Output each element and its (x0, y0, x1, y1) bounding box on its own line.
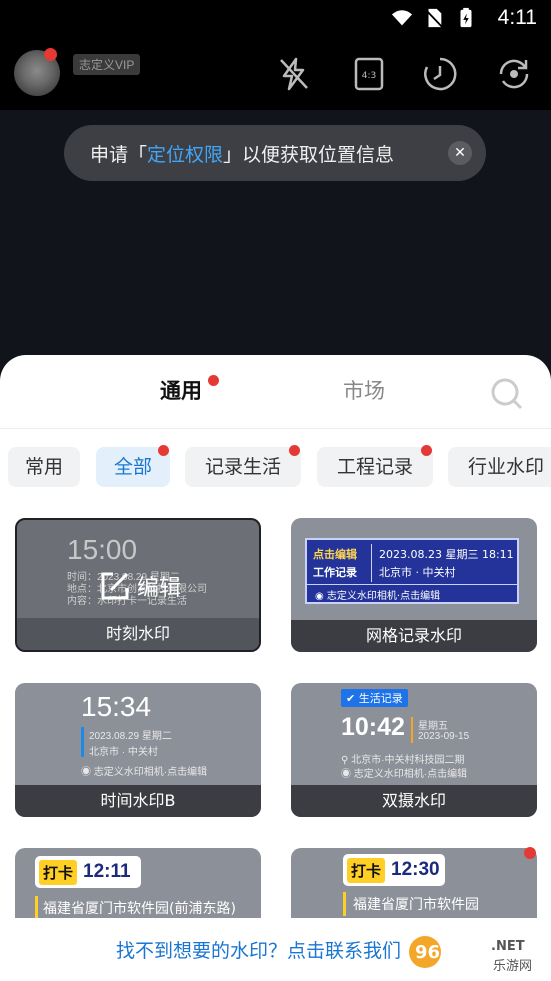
site-logo: 962 .NET 乐游网 (409, 936, 532, 974)
watermark-card-time-b[interactable]: 15:34 2023.08.29 星期二 北京市 · 中关村 ◉ 志定义水印相机… (15, 683, 261, 817)
flash-off-icon[interactable] (276, 56, 312, 92)
card-label: 网格记录水印 (291, 620, 537, 652)
watermark-card-dual[interactable]: ✔ 生活记录 10:42 星期五 2023-09-15 ⚲ 北京市·中关村科技园… (291, 683, 537, 817)
card-footer: ◉ 志定义水印相机·点击编辑 (81, 767, 208, 778)
chip-industry-watermark[interactable]: 行业水印 (448, 447, 551, 487)
wifi-icon (391, 10, 413, 26)
card-accent-bar (81, 727, 84, 757)
logo-sub: 乐游网 (493, 959, 532, 974)
contact-link[interactable]: 找不到想要的水印？点击联系我们 (116, 936, 401, 963)
card-new-dot (524, 847, 536, 859)
location-permission-banner[interactable]: 申请「 定位权限 」以便获取位置信息 ✕ (64, 125, 486, 181)
card-footer-text: 志定义水印相机·点击编辑 (353, 769, 468, 780)
aspect-ratio-label: 4:3 (362, 71, 376, 81)
battery-icon (460, 7, 472, 28)
grid-datetime: 2023.08.23 星期三 18:11 (379, 548, 514, 561)
status-icons (391, 7, 477, 29)
chip-life-dot (289, 445, 300, 456)
watermark-card-checkin-1[interactable]: 打卡 12:11 福建省厦门市软件园(前浦东路) (15, 848, 261, 920)
checkin-badge: 打卡 12:11 (35, 856, 141, 888)
edit-icon (101, 572, 129, 600)
location-permission-link[interactable]: 定位权限 (147, 140, 223, 167)
tab-general-dot (208, 375, 219, 386)
chip-engineering-record[interactable]: 工程记录 (317, 447, 433, 487)
grid-footer-text: 志定义水印相机·点击编辑 (326, 591, 441, 602)
grid-hline (307, 584, 517, 585)
checkin-badge: 打卡 12:30 (343, 854, 445, 886)
grid-divider (371, 544, 372, 582)
card-footer: ◉ 志定义水印相机·点击编辑 (341, 769, 468, 780)
search-icon[interactable] (490, 377, 524, 411)
card-time: 15:34 (81, 691, 152, 722)
camera-toolbar: 志定义VIP 4:3 (0, 38, 551, 110)
card-label: 时刻水印 (17, 618, 259, 650)
checkin-label: 打卡 (347, 857, 386, 883)
status-bar: 4:11 (0, 0, 551, 38)
life-record-text: 生活记录 (358, 692, 403, 705)
logo-suffix: .NET (491, 939, 525, 954)
sheet-tabs: 通用 市场 (0, 355, 551, 429)
status-time: 4:11 (497, 6, 537, 29)
chip-common[interactable]: 常用 (8, 447, 80, 487)
grid-footer: ◉ 志定义水印相机·点击编辑 (315, 591, 441, 602)
chip-life-record[interactable]: 记录生活 (185, 447, 301, 487)
watermark-card-grid[interactable]: 点击编辑 工作记录 2023.08.23 星期三 18:11 北京市 · 中关村… (291, 518, 537, 652)
grid-place: 北京市 · 中关村 (379, 566, 456, 579)
aspect-ratio-icon[interactable]: 4:3 (351, 56, 387, 92)
card-time: 15:00 (67, 534, 138, 565)
edit-label: 编辑 (137, 576, 182, 601)
tab-general[interactable]: 通用 (160, 375, 202, 405)
watermark-card-checkin-2[interactable]: 打卡 12:30 福建省厦门市软件园 (291, 848, 537, 920)
banner-suffix: 」以便获取位置信息 (223, 143, 395, 166)
card-date: 2023-09-15 (418, 731, 470, 742)
card-footer-text: 志定义水印相机·点击编辑 (93, 767, 208, 778)
watermark-card-moment[interactable]: 15:00 时间：2023.08.29 星期二 地点：北京市创意科技有限公司 内… (15, 518, 261, 652)
logo-number: 962 (415, 942, 453, 963)
grid-watermark-preview: 点击编辑 工作记录 2023.08.23 星期三 18:11 北京市 · 中关村… (305, 538, 519, 604)
card-time: 10:42 (341, 713, 405, 741)
tab-market[interactable]: 市场 (343, 375, 385, 405)
life-record-tag: ✔ 生活记录 (341, 689, 408, 707)
switch-camera-icon[interactable] (496, 56, 532, 92)
card-accent-bar (343, 892, 346, 916)
checkin-time: 12:11 (83, 861, 131, 882)
card-weekday: 星期五 (418, 721, 448, 732)
grid-tag-edit: 点击编辑 (313, 548, 357, 561)
grid-tag-work: 工作记录 (313, 566, 357, 579)
close-icon[interactable]: ✕ (448, 141, 472, 165)
checkin-place: 福建省厦门市软件园 (353, 897, 479, 913)
edit-overlay[interactable]: 编辑 (99, 570, 181, 602)
card-label: 双摄水印 (291, 785, 537, 817)
timer-icon[interactable] (422, 56, 458, 92)
card-accent-bar (35, 896, 38, 918)
vip-badge[interactable]: 志定义VIP (73, 54, 141, 75)
chip-engineering-dot (421, 445, 432, 456)
checkin-time: 12:30 (391, 859, 440, 880)
checkin-label: 打卡 (39, 859, 78, 885)
card-accent-bar (411, 717, 413, 743)
card-place: ⚲ 北京市·中关村科技园二期 (341, 755, 465, 766)
category-chips: 常用 全部 记录生活 工程记录 行业水印 (0, 443, 551, 487)
avatar-notification-dot (44, 48, 57, 61)
banner-prefix: 申请「 (90, 143, 148, 166)
card-label: 时间水印B (15, 785, 261, 817)
card-date: 2023.08.29 星期二 (89, 731, 172, 742)
no-sim-icon (425, 8, 443, 28)
checkin-place: 福建省厦门市软件园(前浦东路) (43, 901, 236, 917)
card-place: 北京市 · 中关村 (89, 747, 158, 758)
chip-all-dot (158, 445, 169, 456)
